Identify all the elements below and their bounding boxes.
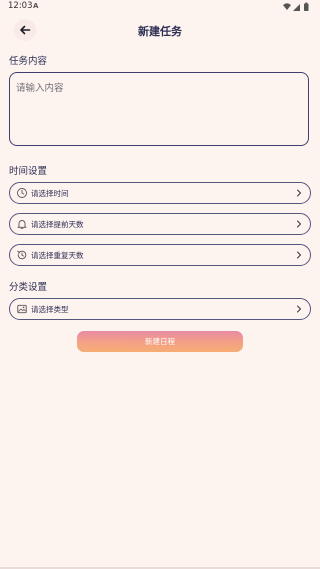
header: 新建任务 <box>0 14 320 48</box>
chevron-right-icon <box>297 220 302 228</box>
status-bar: 12:03 A <box>0 0 320 14</box>
status-time: 12:03 <box>8 1 33 11</box>
select-advance-days-label: 请选择提前天数 <box>31 220 84 229</box>
wifi-icon <box>283 3 291 10</box>
bell-icon <box>17 220 27 229</box>
battery-icon <box>304 3 309 11</box>
chevron-right-icon <box>297 251 302 259</box>
section-title-time: 时间设置 <box>9 166 48 177</box>
clock-icon <box>17 188 27 198</box>
create-schedule-button[interactable]: 新建日程 <box>77 331 243 352</box>
select-repeat-days-label: 请选择重复天数 <box>31 251 84 260</box>
page-title: 新建任务 <box>138 25 182 38</box>
select-time-label: 请选择时间 <box>31 189 69 198</box>
select-time-row[interactable]: 请选择时间 <box>9 182 311 204</box>
select-type-label: 请选择类型 <box>31 305 69 314</box>
section-title-category: 分类设置 <box>9 282 48 293</box>
chevron-right-icon <box>297 189 302 197</box>
select-repeat-days-row[interactable]: 请选择重复天数 <box>9 244 311 266</box>
select-advance-days-row[interactable]: 请选择提前天数 <box>9 213 311 235</box>
select-type-row[interactable]: 请选择类型 <box>9 298 311 320</box>
chevron-right-icon <box>297 305 302 313</box>
history-icon <box>17 250 27 260</box>
task-content-input[interactable] <box>9 72 309 146</box>
image-icon <box>17 304 27 314</box>
section-title-content: 任务内容 <box>9 56 48 67</box>
signal-icon <box>293 4 300 11</box>
app-badge: A <box>33 2 39 10</box>
system-icons <box>283 2 309 11</box>
